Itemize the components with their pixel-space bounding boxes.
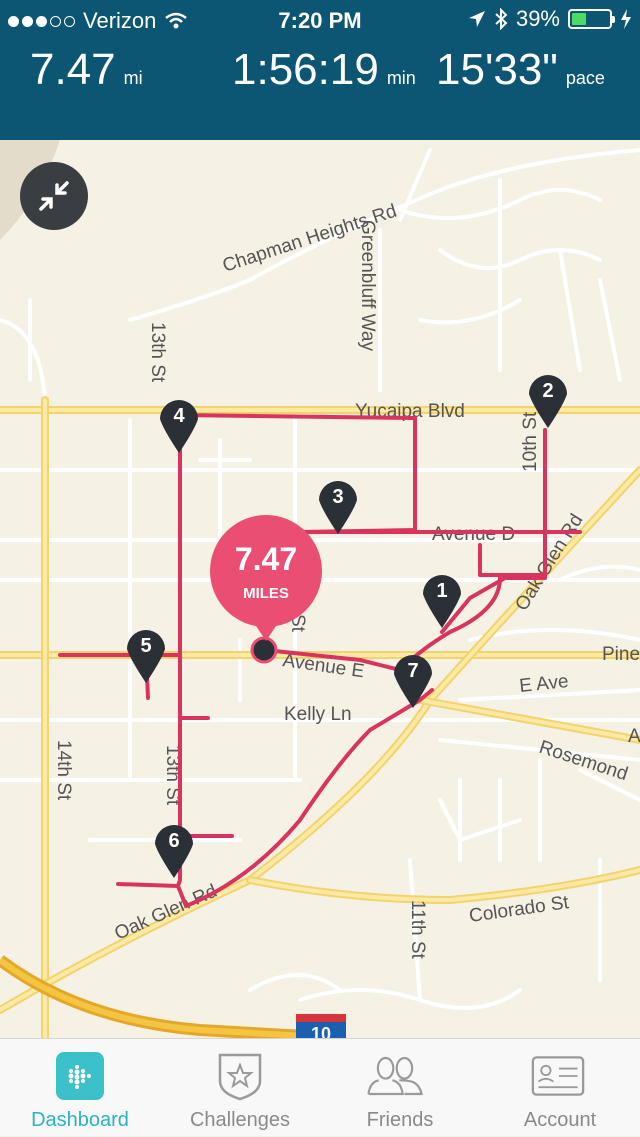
battery-icon <box>568 9 615 29</box>
duration-stat: 1:56:19 min <box>232 44 416 96</box>
distance-badge-shape <box>210 515 322 641</box>
route-map[interactable]: 10 Chapman Heights Rd Greenbluff Way 13t… <box>0 140 640 1038</box>
distance-unit: mi <box>123 68 143 88</box>
street-label-avenue-d: Avenue D <box>432 524 515 545</box>
street-label-13th-north: 13th St <box>147 322 168 383</box>
run-summary-header: Verizon 7:20 PM 39% 7.47 mi 1:56:19 min … <box>0 0 640 140</box>
street-label-rosemond: Rosemond <box>536 737 630 785</box>
route-marker-6[interactable]: 6 <box>152 820 196 880</box>
distance-badge-value: 7.47 <box>234 541 298 577</box>
tab-label-dashboard: Dashboard <box>31 1109 129 1131</box>
route-marker-label: 6 <box>168 830 180 852</box>
status-indicators: 39% <box>468 6 632 32</box>
interstate-shield-icon: 10 <box>296 1014 346 1038</box>
street-label-kelly: Kelly Ln <box>284 704 352 725</box>
battery-percent: 39% <box>515 6 560 31</box>
route-marker-label: 4 <box>173 405 185 427</box>
route-marker-label: 3 <box>332 486 344 508</box>
location-arrow-icon <box>468 11 485 27</box>
battery-level-fill <box>572 13 587 25</box>
street-label-oak-glen-east: Oak Glen Rd <box>511 510 587 614</box>
tab-label-challenges: Challenges <box>189 1109 291 1131</box>
distance-value: 7.47 <box>30 45 116 94</box>
route-marker-label: 1 <box>436 580 448 602</box>
street-label-pine: Pine <box>602 644 640 665</box>
pace-stat: 15'33" pace <box>436 44 605 96</box>
status-bar: Verizon 7:20 PM 39% <box>0 0 640 40</box>
street-label-oak-glen-west: Oak Glen Rd <box>111 881 220 945</box>
route-marker-1[interactable]: 1 <box>420 570 464 630</box>
tab-label-friends: Friends <box>366 1109 434 1131</box>
route-marker-label: 5 <box>140 635 152 657</box>
tab-account[interactable]: Account <box>480 1039 640 1137</box>
street-label-a-edge: A <box>628 726 640 747</box>
route-marker-7[interactable]: 7 <box>391 650 435 710</box>
tab-label-account: Account <box>523 1109 597 1131</box>
id-card-icon <box>531 1051 585 1101</box>
distance-badge: 7.47 MILES <box>208 513 324 641</box>
route-marker-label: 7 <box>407 660 419 682</box>
street-label-11th: 11th St <box>407 900 428 960</box>
charging-bolt-icon <box>621 9 631 29</box>
distance-badge-unit: MILES <box>243 585 289 602</box>
star-badge-icon <box>215 1051 265 1101</box>
street-label-14th: 14th St <box>53 740 74 801</box>
route-marker-5[interactable]: 5 <box>124 625 168 685</box>
tab-friends[interactable]: Friends <box>320 1039 480 1137</box>
collapse-map-button[interactable] <box>20 162 88 230</box>
friends-icon <box>367 1051 425 1101</box>
collapse-arrows-icon <box>39 181 69 211</box>
tab-dashboard[interactable]: Dashboard <box>0 1039 160 1137</box>
street-label-greenbluff: Greenbluff Way <box>357 220 378 351</box>
route-marker-2[interactable]: 2 <box>526 370 570 430</box>
duration-value: 1:56:19 <box>232 45 379 94</box>
interstate-number: 10 <box>311 1024 331 1038</box>
run-stats: 7.47 mi 1:56:19 min 15'33" pace <box>0 44 640 104</box>
duration-unit: min <box>386 68 416 88</box>
route-marker-4[interactable]: 4 <box>157 395 201 455</box>
tab-bar: Dashboard Challenges Friends Account <box>0 1038 640 1136</box>
fitbit-dots-icon <box>55 1051 105 1101</box>
route-marker-label: 2 <box>542 380 554 402</box>
pace-unit: pace <box>565 68 605 88</box>
bluetooth-icon <box>495 8 508 30</box>
interstate-10 <box>0 955 341 1038</box>
pace-value: 15'33" <box>436 45 558 94</box>
tab-challenges[interactable]: Challenges <box>160 1039 320 1137</box>
distance-stat: 7.47 mi <box>30 44 143 96</box>
